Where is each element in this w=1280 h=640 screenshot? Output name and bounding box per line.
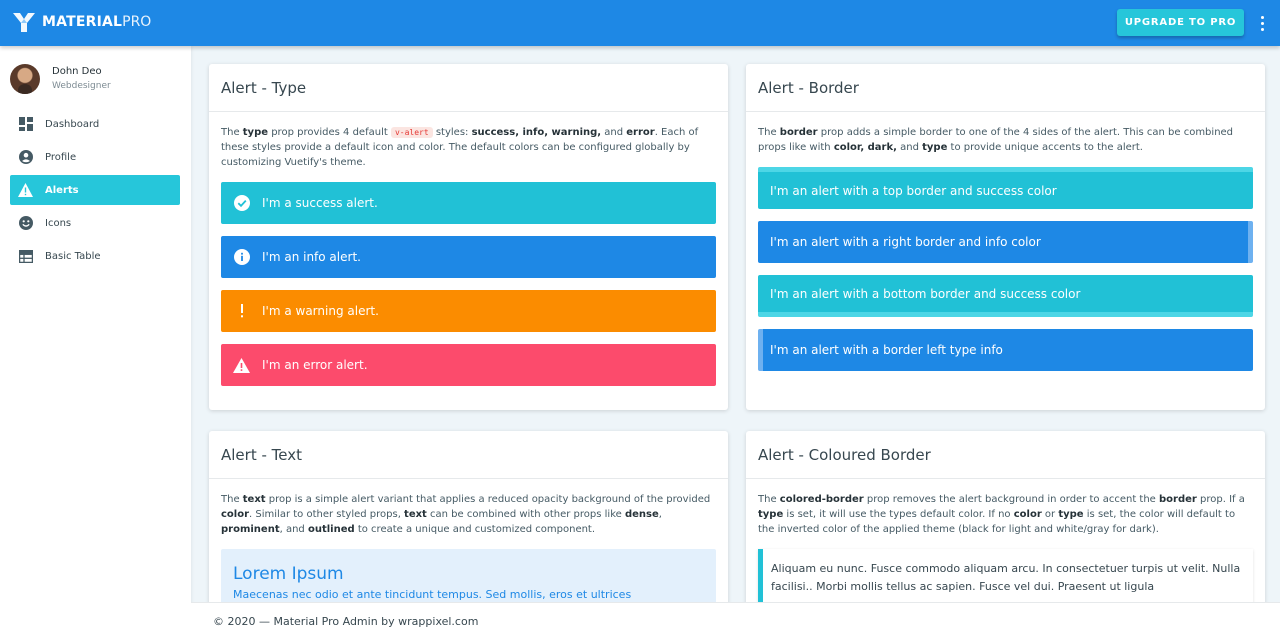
- exclamation-icon: [233, 303, 250, 320]
- code-tag: v-alert: [390, 127, 433, 138]
- sidebar-item-label: Dashboard: [45, 118, 100, 130]
- card-title: Alert - Text: [209, 431, 728, 479]
- footer: © 2020 — Material Pro Admin by wrappixel…: [191, 602, 1280, 640]
- sidebar: Dohn Deo Webdesigner Dashboard Profile A…: [0, 46, 191, 640]
- sidebar-item-alerts[interactable]: Alerts: [10, 175, 180, 205]
- card-title: Alert - Border: [746, 64, 1265, 112]
- top-bar: MATERIAL PRO UPGRADE TO PRO: [0, 0, 1280, 46]
- alert-text: I'm an info alert.: [262, 250, 361, 264]
- dashboard-icon: [18, 117, 33, 132]
- card-alert-coloured-border: Alert - Coloured Border The colored-bord…: [746, 431, 1265, 631]
- alert-heading: Lorem Ipsum: [233, 564, 344, 584]
- brand[interactable]: MATERIAL PRO: [12, 10, 151, 34]
- card-description: The colored-border prop removes the aler…: [758, 494, 1245, 535]
- user-role: Webdesigner: [52, 81, 111, 91]
- emoticon-icon: [18, 216, 33, 231]
- card-description: The text prop is a simple alert variant …: [221, 494, 711, 535]
- text-alert: Lorem Ipsum Maecenas nec odio et ante ti…: [221, 549, 716, 609]
- alert-text: I'm an alert with a right border and inf…: [770, 235, 1041, 249]
- sidebar-item-label: Profile: [45, 151, 77, 163]
- card-title: Alert - Type: [209, 64, 728, 112]
- card-alert-text: Alert - Text The text prop is a simple a…: [209, 431, 728, 631]
- sidebar-item-basic-table[interactable]: Basic Table: [10, 241, 180, 271]
- top-border-alert: I'm an alert with a top border and succe…: [758, 167, 1253, 209]
- alert-text: I'm an alert with a border left type inf…: [770, 343, 1003, 357]
- success-alert: I'm a success alert.: [221, 182, 716, 224]
- info-alert: I'm an info alert.: [221, 236, 716, 278]
- sidebar-item-dashboard[interactable]: Dashboard: [10, 109, 180, 139]
- brand-name: MATERIAL: [42, 14, 123, 30]
- alert-text: I'm a warning alert.: [262, 304, 379, 318]
- alert-text: Maecenas nec odio et ante tincidunt temp…: [233, 588, 632, 601]
- error-alert: I'm an error alert.: [221, 344, 716, 386]
- user-name: Dohn Deo: [52, 66, 102, 77]
- alert-text: I'm an alert with a top border and succe…: [770, 183, 1057, 198]
- bottom-border-alert: I'm an alert with a bottom border and su…: [758, 275, 1253, 317]
- sidebar-item-icons[interactable]: Icons: [10, 208, 180, 238]
- sidebar-nav: Dashboard Profile Alerts Icons Basic Tab…: [10, 109, 180, 274]
- card-description: The type prop provides 4 default v-alert…: [221, 127, 699, 168]
- logo-icon: [13, 13, 35, 32]
- upgrade-button[interactable]: UPGRADE TO PRO: [1117, 9, 1244, 36]
- brand-suffix: PRO: [122, 14, 152, 30]
- sidebar-item-label: Alerts: [45, 184, 79, 196]
- sidebar-item-label: Basic Table: [45, 250, 101, 262]
- alert-text: I'm an error alert.: [262, 358, 368, 372]
- warning-alert: I'm a warning alert.: [221, 290, 716, 332]
- right-border-alert: I'm an alert with a right border and inf…: [758, 221, 1253, 263]
- alert-text: I'm an alert with a bottom border and su…: [770, 286, 1081, 301]
- check-circle-icon: [233, 195, 250, 212]
- card-description: The border prop adds a simple border to …: [758, 127, 1234, 153]
- card-alert-type: Alert - Type The type prop provides 4 de…: [209, 64, 728, 410]
- sidebar-item-profile[interactable]: Profile: [10, 142, 180, 172]
- account-circle-icon: [18, 150, 33, 165]
- card-title: Alert - Coloured Border: [746, 431, 1265, 479]
- alert-text: I'm a success alert.: [262, 196, 378, 210]
- user-profile: Dohn Deo Webdesigner: [10, 64, 111, 94]
- avatar: [10, 64, 40, 94]
- alert-icon: [18, 183, 33, 198]
- warning-triangle-icon: [233, 357, 250, 374]
- alert-text: Aliquam eu nunc. Fusce commodo aliquam a…: [771, 562, 1241, 593]
- card-alert-border: Alert - Border The border prop adds a si…: [746, 64, 1265, 410]
- sidebar-item-label: Icons: [45, 217, 72, 229]
- info-icon: [233, 249, 250, 266]
- left-border-alert: I'm an alert with a border left type inf…: [758, 329, 1253, 371]
- more-vert-icon[interactable]: [1254, 13, 1270, 33]
- colored-border-alert: Aliquam eu nunc. Fusce commodo aliquam a…: [758, 549, 1253, 609]
- table-icon: [18, 249, 33, 264]
- footer-text: © 2020 — Material Pro Admin by wrappixel…: [213, 615, 479, 628]
